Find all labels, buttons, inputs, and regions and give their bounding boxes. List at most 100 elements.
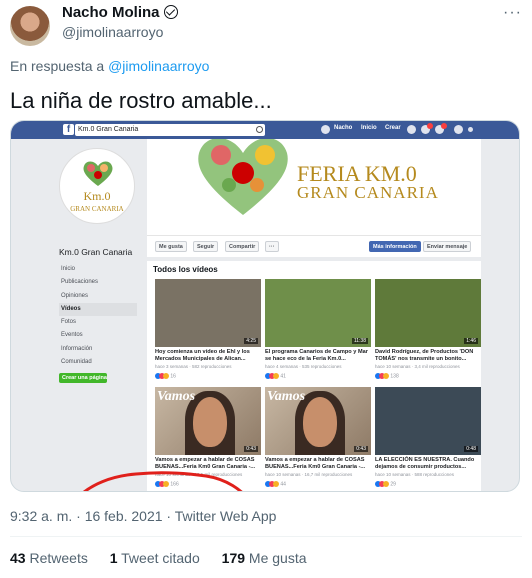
tweet-stats: 43 Retweets 1 Tweet citado 179 Me gusta <box>10 550 307 566</box>
video-duration: 11:38 <box>351 338 368 344</box>
haha-reaction-icon <box>273 481 279 487</box>
video-card[interactable]: Vamos 0:43 Vamos a empezar a hablar de COS… <box>265 387 371 491</box>
facebook-top-bar: f Km.0 Gran Canaria Nacho Inicio Crear <box>11 121 519 139</box>
video-thumbnail[interactable]: Vamos 0:43 <box>265 387 371 455</box>
videos-heading: Todos los vídeos <box>153 265 218 274</box>
notifications-badge <box>441 123 447 129</box>
more-actions-button[interactable]: ··· <box>265 241 279 252</box>
profile-icon <box>321 125 330 134</box>
video-thumbnail[interactable]: 1:46 <box>375 279 481 347</box>
nav-item-inicio[interactable]: Inicio <box>59 263 137 276</box>
page-logo-subtitle: GRAN CANARIA <box>70 205 124 213</box>
nav-item-publicaciones[interactable]: Publicaciones <box>59 276 137 289</box>
haha-reaction-icon <box>273 373 279 379</box>
page-left-nav: Inicio Publicaciones Opiniones Vídeos Fo… <box>59 263 137 369</box>
avatar[interactable] <box>10 6 50 46</box>
like-page-button[interactable]: Me gusta <box>155 241 187 252</box>
video-reactions[interactable]: 41 <box>265 373 286 379</box>
page-action-bar: Me gusta Seguir Compartir ··· Más inform… <box>147 235 481 257</box>
facebook-logo-icon[interactable]: f <box>63 124 74 135</box>
reply-handle-link[interactable]: @jimolinaarroyo <box>108 58 209 74</box>
person-face <box>193 397 227 447</box>
video-card[interactable]: 4:25 Hoy comienza un vídeo de Ehl y los M… <box>155 279 261 389</box>
reaction-count: 16 <box>170 373 176 380</box>
page-logo: Km.0 GRAN CANARIA <box>59 148 135 224</box>
tweet-image[interactable]: f Km.0 Gran Canaria Nacho Inicio Crear K… <box>10 120 520 492</box>
page-cover: FERIA KM.0 GRAN CANARIA <box>147 139 481 235</box>
nav-item-fotos[interactable]: Fotos <box>59 316 137 329</box>
video-meta: hace 3 semanas · 582 reproducciones <box>155 364 232 369</box>
video-reactions[interactable]: 16 <box>155 373 176 379</box>
create-page-button[interactable]: Crear una página <box>59 373 107 383</box>
video-thumbnail[interactable]: 0:48 <box>375 387 481 455</box>
verified-icon <box>163 5 178 19</box>
video-card[interactable]: 11:38 El programa Canarios de Campo y Mar… <box>265 279 371 389</box>
retweets-count[interactable]: 43 <box>10 550 26 566</box>
video-title[interactable]: David Rodríguez, de Productos 'DON TOMÁS… <box>375 349 481 363</box>
video-meta: hace 10 semanas · 3,4 mil reproducciones <box>375 364 460 369</box>
video-reactions[interactable]: 29 <box>375 481 396 487</box>
more-options-icon[interactable]: ··· <box>503 4 522 22</box>
haha-reaction-icon <box>383 481 389 487</box>
friends-icon <box>407 125 416 134</box>
likes-label[interactable]: Me gusta <box>249 550 307 566</box>
more-info-button[interactable]: Más información <box>369 241 421 252</box>
help-icon <box>454 125 463 134</box>
video-card[interactable]: 0:48 LA ELECCIÓN ES NUESTRA. Cuando dejam… <box>375 387 481 491</box>
red-annotation-circle <box>83 471 243 491</box>
video-title[interactable]: Hoy comienza un vídeo de Ehl y los Merca… <box>155 349 261 363</box>
video-title[interactable]: El programa Canarios de Campo y Mar se h… <box>265 349 371 363</box>
search-icon <box>256 126 263 133</box>
haha-reaction-icon <box>163 373 169 379</box>
nav-item-eventos[interactable]: Eventos <box>59 329 137 342</box>
quotes-count[interactable]: 1 <box>110 550 118 566</box>
video-title[interactable]: Vamos a empezar a hablar de COSAS BUENAS… <box>265 457 371 471</box>
vamos-overlay: Vamos <box>157 389 196 404</box>
tweet-text: La niña de rostro amable... <box>10 88 272 113</box>
video-card[interactable]: 1:46 David Rodríguez, de Productos 'DON T… <box>375 279 481 389</box>
page-name: Km.0 Gran Canaria <box>59 247 133 257</box>
messages-badge <box>427 123 433 129</box>
tweet-timestamp[interactable]: 9:32 a. m. · 16 feb. 2021 · Twitter Web … <box>10 508 276 524</box>
author-name-text[interactable]: Nacho Molina <box>62 4 160 21</box>
video-title[interactable]: LA ELECCIÓN ES NUESTRA. Cuando dejamos d… <box>375 457 481 471</box>
dropdown-icon <box>468 127 473 132</box>
video-thumbnail[interactable]: 11:38 <box>265 279 371 347</box>
video-meta: hace 4 semanas · 535 reproducciones <box>265 364 342 369</box>
reaction-count: 29 <box>390 481 396 488</box>
facebook-search-input: Km.0 Gran Canaria <box>75 124 265 136</box>
likes-count[interactable]: 179 <box>222 550 245 566</box>
nav-item-informacion[interactable]: Información <box>59 343 137 356</box>
video-reactions[interactable]: 138 <box>375 373 399 379</box>
video-thumbnail[interactable]: Vamos 0:43 <box>155 387 261 455</box>
send-message-button[interactable]: Enviar mensaje <box>423 241 472 252</box>
cover-heart-icon <box>198 139 288 215</box>
haha-reaction-icon <box>383 373 389 379</box>
nav-create: Crear <box>385 125 401 131</box>
author-name[interactable]: Nacho Molina <box>62 4 178 21</box>
video-meta: hace 10 semanas · 588 reproducciones <box>375 472 455 477</box>
nav-item-comunidad[interactable]: Comunidad <box>59 356 137 369</box>
video-thumbnail[interactable]: 4:25 <box>155 279 261 347</box>
video-duration: 0:48 <box>464 446 478 452</box>
nav-item-videos[interactable]: Vídeos <box>59 302 137 317</box>
reaction-count: 44 <box>280 481 286 488</box>
heart-vegetables-icon <box>83 161 113 186</box>
share-button[interactable]: Compartir <box>225 241 260 252</box>
video-duration: 0:43 <box>354 446 368 452</box>
retweets-label[interactable]: Retweets <box>29 550 87 566</box>
follow-button[interactable]: Seguir <box>193 241 219 252</box>
video-duration: 0:43 <box>244 446 258 452</box>
reaction-count: 41 <box>280 373 286 380</box>
quotes-label[interactable]: Tweet citado <box>121 550 200 566</box>
video-duration: 1:46 <box>464 338 478 344</box>
page-logo-title: Km.0 <box>83 189 111 203</box>
videos-section: Todos los vídeos 4:25 Hoy comienza un víd… <box>147 261 481 491</box>
nav-user: Nacho <box>334 125 353 131</box>
video-duration: 4:25 <box>244 338 258 344</box>
nav-item-opiniones[interactable]: Opiniones <box>59 290 137 303</box>
person-face <box>303 397 337 447</box>
divider <box>10 536 522 537</box>
vamos-overlay: Vamos <box>267 389 306 404</box>
author-handle[interactable]: @jimolinaarroyo <box>62 24 163 40</box>
